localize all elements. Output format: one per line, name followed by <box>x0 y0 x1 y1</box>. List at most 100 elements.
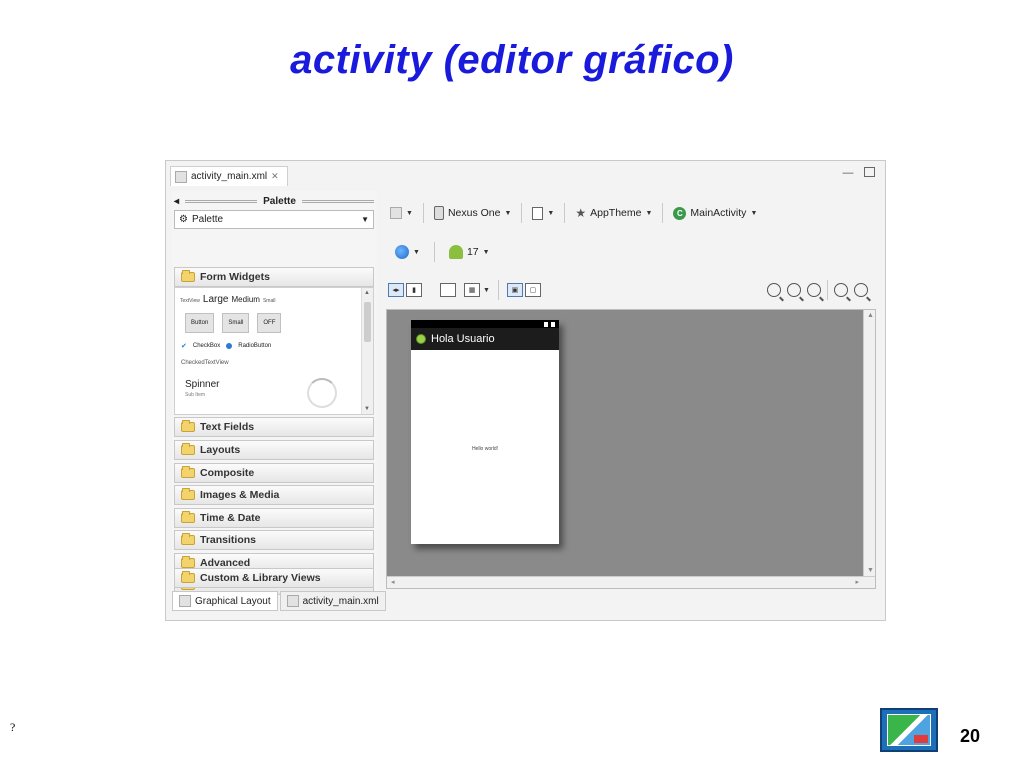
category-text-fields[interactable]: Text Fields <box>174 417 374 437</box>
separator <box>564 203 566 223</box>
category-label: Text Fields <box>200 421 255 433</box>
folder-icon <box>181 533 195 545</box>
activity-dropdown[interactable]: C MainActivity ▼ <box>669 202 761 224</box>
layout-mode-icon[interactable]: ◂▸ <box>388 283 404 297</box>
chevron-down-icon[interactable]: ▼ <box>483 287 490 294</box>
scroll-thumb[interactable] <box>364 302 371 342</box>
folder-open-icon <box>181 270 195 282</box>
widget-spinner[interactable]: Spinner <box>185 379 219 390</box>
divider <box>301 199 375 203</box>
canvas-horizontal-scrollbar[interactable]: ◂ ▸ <box>387 576 875 588</box>
widget-textview[interactable]: TextView <box>180 298 200 304</box>
widget-small-button[interactable]: Small <box>222 313 250 333</box>
folder-icon <box>181 556 195 568</box>
category-label: Images & Media <box>200 489 280 501</box>
scroll-up-icon[interactable]: ▲ <box>867 312 874 319</box>
category-label: Time & Date <box>200 512 261 524</box>
chevron-down-icon: ▼ <box>504 209 512 217</box>
separator <box>521 203 523 223</box>
zoom-out-icon[interactable] <box>834 283 848 297</box>
render-mode-icon[interactable]: ▣ <box>506 283 523 297</box>
globe-icon <box>395 245 409 259</box>
category-label: Transitions <box>200 534 257 546</box>
scroll-right-icon[interactable]: ▸ <box>855 578 859 586</box>
widget-large-text[interactable]: Large <box>203 294 229 305</box>
battery-icon <box>551 321 555 327</box>
palette-header: ◂ Palette <box>174 194 375 208</box>
signal-icon <box>544 321 548 327</box>
widget-small-text[interactable]: Small <box>263 298 276 304</box>
category-composite[interactable]: Composite <box>174 463 374 483</box>
locale-api-toolbar: ▼ 17 ▼ <box>391 241 494 263</box>
scroll-down-icon[interactable]: ▼ <box>867 567 874 574</box>
category-form-widgets[interactable]: Form Widgets <box>174 267 374 287</box>
scroll-left-icon[interactable]: ◂ <box>391 578 395 586</box>
category-label: Form Widgets <box>200 271 270 283</box>
maximize-icon[interactable] <box>864 167 875 177</box>
api-level-label: 17 <box>466 246 479 258</box>
zoom-in-icon[interactable] <box>854 283 868 297</box>
preview-textview[interactable]: Hello world! <box>411 446 559 452</box>
slide-title: activity (editor gráfico) <box>290 38 734 82</box>
separator <box>827 280 828 300</box>
folder-icon <box>181 511 195 523</box>
folder-icon <box>181 571 195 583</box>
collapse-arrow-icon[interactable]: ◂ <box>174 196 179 207</box>
widget-checkbox[interactable]: CheckBox <box>193 343 220 349</box>
zoom-real-size-icon[interactable] <box>787 283 801 297</box>
tab-label: activity_main.xml <box>302 595 379 607</box>
device-preview[interactable]: Hola Usuario Hello world! <box>411 320 559 544</box>
scroll-down-icon[interactable]: ▼ <box>364 406 370 412</box>
category-layouts[interactable]: Layouts <box>174 440 374 460</box>
category-images-media[interactable]: Images & Media <box>174 485 374 505</box>
theme-dropdown[interactable]: ★ AppTheme ▼ <box>571 202 656 224</box>
category-custom-library-views[interactable]: Custom & Library Views <box>174 568 374 588</box>
palette-scrollbar[interactable]: ▲ ▼ <box>361 288 373 414</box>
scroll-up-icon[interactable]: ▲ <box>364 290 370 296</box>
grid-icon[interactable]: ▦ <box>464 283 480 297</box>
widget-radiobutton[interactable]: RadioButton <box>238 343 271 349</box>
locale-dropdown[interactable]: ▼ <box>391 241 424 263</box>
separator <box>497 280 499 300</box>
theme-label: AppTheme <box>590 207 642 219</box>
widget-button[interactable]: Button <box>185 313 215 333</box>
divider <box>185 199 258 203</box>
tab-label: Graphical Layout <box>195 595 271 607</box>
form-widgets-body: TextView Large Medium Small Button Small… <box>174 287 374 415</box>
device-dropdown[interactable]: Nexus One ▼ <box>430 202 515 224</box>
separator <box>433 242 435 262</box>
widget-checkedtextview[interactable]: CheckedTextView <box>181 360 229 366</box>
layout-canvas[interactable]: Hola Usuario Hello world! ▲ ▼ ◂ ▸ <box>386 309 876 589</box>
progress-bar-icon[interactable] <box>307 378 337 408</box>
zoom-controls <box>767 280 868 300</box>
zoom-best-icon[interactable] <box>807 283 821 297</box>
category-transitions[interactable]: Transitions <box>174 530 374 550</box>
palette-panel: ◂ Palette ⚙ Palette ▼ Form Widgets TextV… <box>172 191 377 595</box>
chevron-down-icon: ▼ <box>482 248 490 256</box>
widget-toggle-button[interactable]: OFF <box>257 313 282 333</box>
chevron-down-icon: ▼ <box>547 209 555 217</box>
layout-icon <box>179 595 191 607</box>
orientation-icon <box>532 206 544 220</box>
layout-mode-icon[interactable]: ▮ <box>406 283 422 297</box>
chevron-down-icon: ▼ <box>406 209 413 217</box>
category-label: Composite <box>200 467 255 479</box>
config-dropdown[interactable]: ▼ <box>386 202 417 224</box>
margins-icon[interactable] <box>440 283 456 297</box>
tab-graphical-layout[interactable]: Graphical Layout <box>172 591 278 611</box>
category-time-date[interactable]: Time & Date <box>174 508 374 528</box>
zoom-fit-icon[interactable] <box>767 283 781 297</box>
close-icon[interactable]: ✕ <box>271 171 279 182</box>
minimize-icon[interactable]: — <box>842 167 854 179</box>
widget-medium-text[interactable]: Medium <box>232 295 260 304</box>
api-level-dropdown[interactable]: 17 ▼ <box>445 241 494 263</box>
orientation-dropdown[interactable]: ▼ <box>528 202 558 224</box>
editor-tab[interactable]: activity_main.xml ✕ <box>170 166 288 186</box>
palette-dropdown[interactable]: ⚙ Palette ▼ <box>174 210 374 229</box>
canvas-vertical-scrollbar[interactable]: ▲ ▼ <box>863 310 875 588</box>
folder-icon <box>181 488 195 500</box>
editor-tab-label: activity_main.xml <box>191 171 268 182</box>
checkmark-icon: ✔ <box>181 343 187 350</box>
tab-xml-source[interactable]: activity_main.xml <box>279 591 386 611</box>
render-mode-icon[interactable]: ▢ <box>524 283 541 297</box>
